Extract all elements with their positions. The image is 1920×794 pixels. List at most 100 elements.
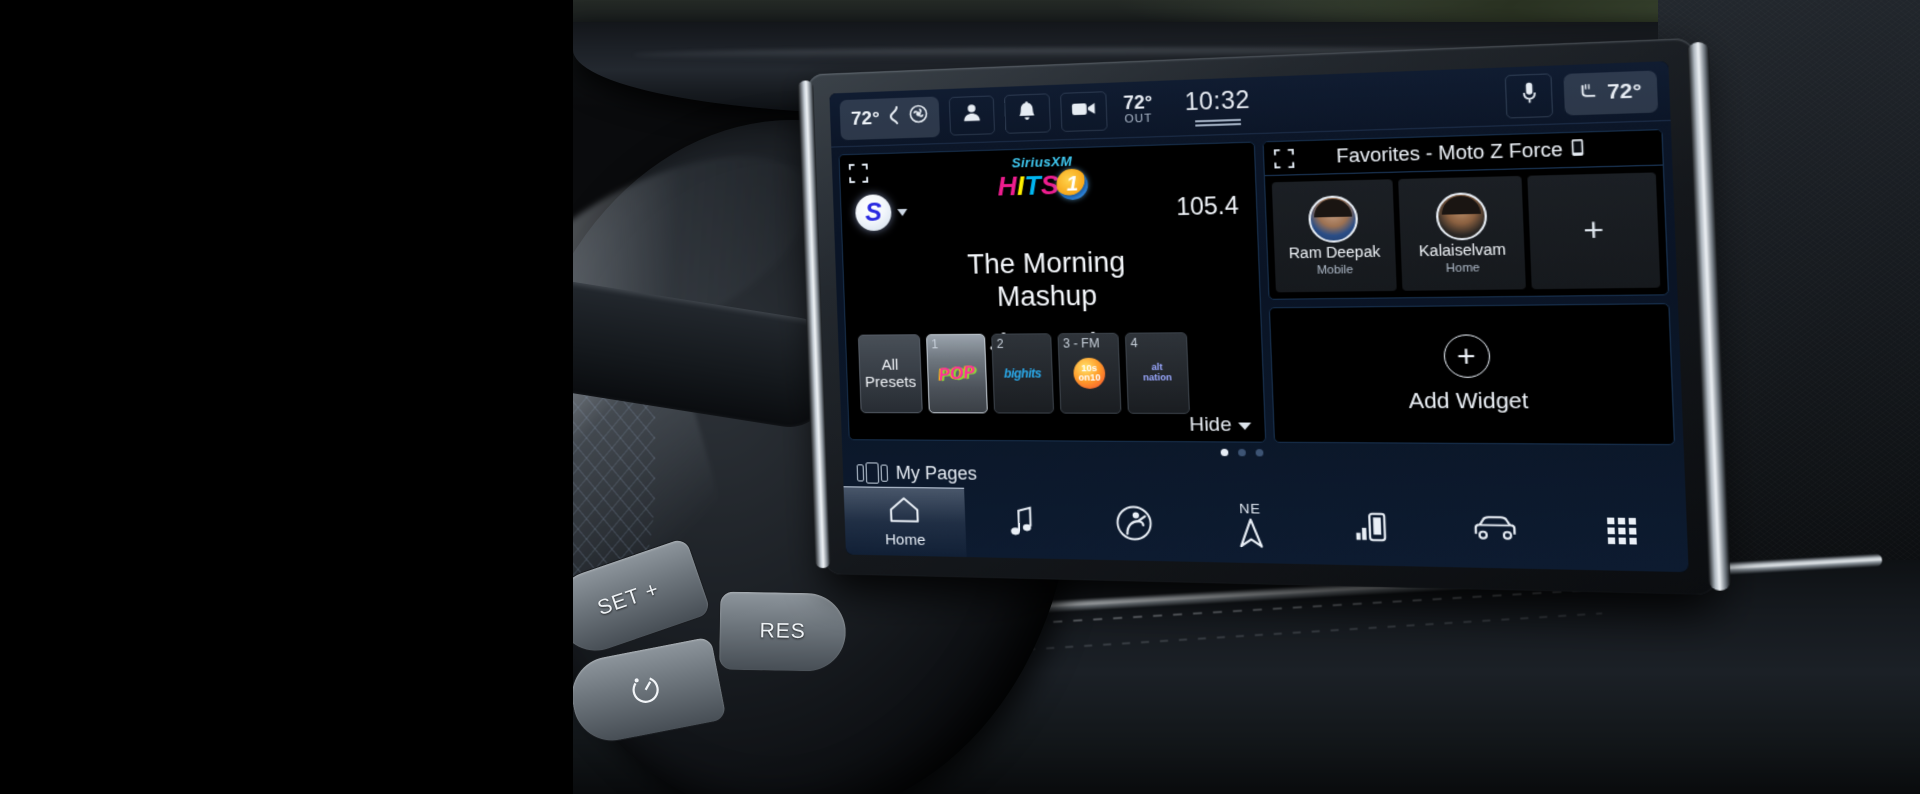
camera-icon xyxy=(1070,99,1096,124)
my-pages-label: My Pages xyxy=(895,462,978,484)
siriusxm-brand-label: SiriusXM xyxy=(1011,153,1073,171)
voice-button[interactable] xyxy=(1504,72,1554,119)
hits1-number: 1 xyxy=(1056,168,1089,201)
passenger-temp-label: 72° xyxy=(1606,79,1643,104)
preset-artwork-4: alt nation xyxy=(1142,361,1173,383)
user-icon xyxy=(960,101,983,129)
nav-label-compass: NE xyxy=(1238,500,1262,517)
hits1-letter-h: H xyxy=(996,170,1017,202)
station-logo: SiriusXM H I T S 1 xyxy=(996,153,1089,202)
radio-widget[interactable]: SiriusXM H I T S 1 S 105.4 The Morning M… xyxy=(838,141,1267,443)
hits1-letter-s: S xyxy=(1040,169,1059,201)
preset-number-1: 1 xyxy=(931,337,939,352)
status-bar-right: 72° xyxy=(1504,69,1659,119)
uconnect-screen: 72° 72° OUT 10:32 72° SiriusXM H I T S 1… xyxy=(829,61,1689,573)
preset-number-3: 3 - FM xyxy=(1062,335,1100,351)
outside-temp-value: 72° xyxy=(1123,91,1153,114)
climate-person-icon xyxy=(1113,504,1155,547)
preset-button-4[interactable]: 4 alt nation xyxy=(1124,332,1190,414)
drawer-handle[interactable] xyxy=(1195,118,1242,127)
hide-presets-button[interactable]: Hide xyxy=(1189,414,1252,437)
widget-area: SiriusXM H I T S 1 S 105.4 The Morning M… xyxy=(831,121,1683,446)
contact-name-2: Kalaiselvam xyxy=(1418,240,1507,260)
nav-item-home[interactable]: Home xyxy=(843,486,967,558)
chevron-down-icon-hide xyxy=(1238,421,1252,430)
cruise-resume-button[interactable]: RES xyxy=(718,590,848,673)
cruise-resume-label: RES xyxy=(759,619,806,644)
audio-source-selector[interactable]: S xyxy=(854,194,908,232)
phone-icon xyxy=(1571,137,1585,162)
bottom-nav-bar: My Pages Home NE xyxy=(843,458,1689,572)
clock[interactable]: 10:32 xyxy=(1184,86,1251,127)
preset-button-2[interactable]: 2 bighits xyxy=(991,333,1055,414)
nav-item-audio[interactable] xyxy=(964,488,1078,560)
plus-icon: + xyxy=(1442,334,1491,378)
contact-item-1[interactable]: Ram Deepak Mobile xyxy=(1271,179,1397,293)
nav-item-apps[interactable] xyxy=(1556,495,1688,572)
navigation-compass-icon xyxy=(1236,517,1266,554)
outside-temperature: 72° OUT xyxy=(1123,91,1153,126)
clock-time: 10:32 xyxy=(1184,85,1251,116)
preset-number-2: 2 xyxy=(996,336,1004,352)
home-icon xyxy=(889,495,920,528)
bell-icon xyxy=(1016,99,1039,127)
driver-temp-label: 72° xyxy=(850,107,881,130)
preset-button-1[interactable]: 1 POP xyxy=(925,333,988,414)
fan-icon xyxy=(908,104,928,130)
seat-heat-icon-right xyxy=(1579,80,1599,107)
contact-item-2[interactable]: Kalaiselvam Home xyxy=(1397,175,1527,291)
apps-grid-icon xyxy=(1605,515,1640,552)
all-presets-button[interactable]: All Presets xyxy=(857,334,923,414)
add-widget-tile[interactable]: + Add Widget xyxy=(1268,303,1676,446)
nav-item-phone[interactable] xyxy=(1309,492,1434,567)
car-interior-photo: SET + RES 72° 72° OUT 10:32 72° SiriusXM… xyxy=(573,0,1920,794)
page-dot-1[interactable] xyxy=(1220,448,1228,456)
favorites-list: Ram Deepak Mobile Kalaiselvam Home + xyxy=(1265,166,1668,299)
notifications-button[interactable] xyxy=(1003,92,1051,134)
preset-button-3[interactable]: 3 - FM 10s on10 xyxy=(1057,332,1122,414)
hide-presets-label: Hide xyxy=(1188,413,1233,437)
nav-item-climate[interactable] xyxy=(1076,489,1194,562)
infotainment-bezel: 72° 72° OUT 10:32 72° SiriusXM H I T S 1… xyxy=(797,37,1731,596)
cruise-control-button[interactable] xyxy=(573,635,728,749)
radio-now-playing: SiriusXM H I T S 1 S 105.4 The Morning M… xyxy=(839,143,1260,327)
page-dot-2[interactable] xyxy=(1237,448,1246,456)
preset-bar: All Presets 1 POP 2 bighits 3 - FM 10s o… xyxy=(846,323,1265,441)
hits1-letter-i: I xyxy=(1016,170,1024,202)
now-playing-title: The Morning Mashup xyxy=(843,244,1260,315)
preset-artwork-1: POP xyxy=(937,361,977,385)
nav-label-home: Home xyxy=(884,530,926,549)
preset-artwork-3: 10s on10 xyxy=(1063,356,1115,391)
nav-item-vehicle[interactable] xyxy=(1431,493,1559,569)
add-favorite-button[interactable]: + xyxy=(1527,172,1661,290)
profile-button[interactable] xyxy=(948,94,995,136)
camera-button[interactable] xyxy=(1059,90,1108,132)
chevron-down-icon xyxy=(897,208,908,216)
expand-icon-favorites[interactable] xyxy=(1274,149,1296,170)
favorites-widget[interactable]: Favorites - Moto Z Force Ram Deepak Mobi… xyxy=(1262,129,1670,300)
screenshot-root: SET + RES 72° 72° OUT 10:32 72° SiriusXM… xyxy=(0,0,1920,794)
page-dot-3[interactable] xyxy=(1254,448,1263,456)
nav-items: Home NE xyxy=(843,486,1689,572)
driver-climate-button[interactable]: 72° xyxy=(839,95,940,140)
cruise-set-label: SET + xyxy=(594,577,663,620)
preset-number-4: 4 xyxy=(1130,335,1138,351)
widget-column-right: Favorites - Moto Z Force Ram Deepak Mobi… xyxy=(1262,129,1676,446)
siriusxm-source-icon: S xyxy=(854,194,892,232)
outside-temp-label: OUT xyxy=(1124,112,1153,126)
music-note-icon xyxy=(1007,505,1035,541)
phone-signal-icon xyxy=(1352,509,1390,549)
widget-column-left: SiriusXM H I T S 1 S 105.4 The Morning M… xyxy=(838,141,1267,443)
add-widget-label: Add Widget xyxy=(1408,389,1529,414)
cruise-control-icon xyxy=(622,665,670,718)
frequency-label: 105.4 xyxy=(1175,191,1240,221)
pages-icon xyxy=(856,461,889,484)
nav-item-navigation[interactable]: NE xyxy=(1191,490,1312,564)
microphone-icon xyxy=(1520,80,1539,110)
expand-icon[interactable] xyxy=(849,164,869,184)
passenger-climate-button[interactable]: 72° xyxy=(1563,69,1659,115)
avatar xyxy=(1434,192,1488,242)
vehicle-car-icon xyxy=(1471,513,1519,550)
hits1-logo: H I T S 1 xyxy=(996,168,1089,202)
contact-name-1: Ram Deepak xyxy=(1288,243,1381,262)
